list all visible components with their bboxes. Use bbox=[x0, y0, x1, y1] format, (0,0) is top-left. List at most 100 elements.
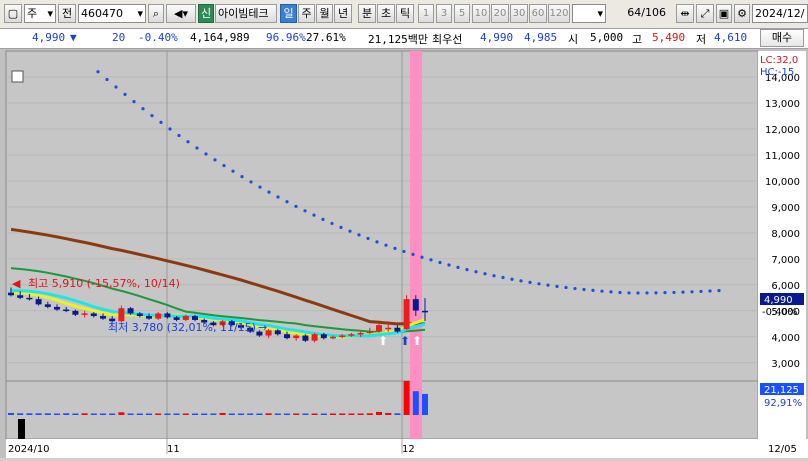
open-label: 시 bbox=[568, 33, 579, 46]
volume-bar bbox=[403, 381, 410, 415]
sound-icon[interactable]: ◀▾ bbox=[166, 4, 196, 23]
resistance-dot bbox=[303, 209, 307, 213]
y-tick-label: 12,000 bbox=[765, 125, 800, 136]
resistance-dot bbox=[285, 200, 289, 204]
count-total: /106 bbox=[641, 6, 666, 19]
period-tab-day[interactable]: 일 bbox=[280, 4, 297, 23]
interval-1[interactable]: 1 bbox=[418, 4, 434, 23]
volume-bar bbox=[146, 413, 152, 415]
candle-body bbox=[366, 331, 373, 334]
resistance-dot bbox=[213, 158, 217, 162]
buy-signal-icon: ⬆ bbox=[378, 334, 388, 348]
period-tab-second[interactable]: 초 bbox=[377, 4, 395, 23]
period-tab-week[interactable]: 주 bbox=[298, 4, 315, 23]
candle-body bbox=[155, 313, 162, 319]
gear-icon[interactable]: ⚙ bbox=[734, 4, 750, 23]
resistance-dot bbox=[339, 225, 343, 229]
volume-bar bbox=[385, 412, 392, 415]
resistance-dot bbox=[411, 252, 415, 256]
market-type-button[interactable]: 전 bbox=[58, 4, 76, 23]
market-select[interactable]: 주 ▾ bbox=[24, 4, 56, 23]
save-icon[interactable]: ▣ bbox=[716, 4, 732, 23]
chevron-down-icon: ▾ bbox=[597, 7, 603, 20]
volume-bar bbox=[8, 412, 14, 415]
period-tab-minute[interactable]: 분 bbox=[358, 4, 376, 23]
candle-body bbox=[8, 292, 14, 296]
interval-30[interactable]: 30 bbox=[510, 4, 528, 23]
high-annotation: 최고 5,910 (-15,57%, 10/14) bbox=[28, 277, 180, 290]
resistance-dot bbox=[474, 270, 478, 274]
resistance-dot bbox=[240, 175, 244, 179]
volume-bar bbox=[238, 413, 244, 415]
price-chart[interactable]: 3,0004,0005,0006,0007,0008,0009,00010,00… bbox=[0, 49, 808, 458]
zoom-out-icon[interactable]: ⇹ bbox=[676, 4, 694, 23]
candle-body bbox=[274, 330, 281, 335]
low-label: 저 bbox=[696, 33, 707, 46]
buy-button[interactable]: 매수 bbox=[760, 29, 804, 47]
volume-bar bbox=[155, 413, 162, 415]
volume-bar bbox=[54, 413, 60, 415]
resistance-dot bbox=[564, 285, 568, 290]
resistance-dot bbox=[699, 289, 703, 294]
volume-bar bbox=[118, 412, 125, 415]
hc-label: HC:-15, bbox=[760, 67, 797, 78]
candle-body bbox=[136, 313, 143, 317]
volume-bar bbox=[35, 413, 42, 415]
panel-settings-icon[interactable] bbox=[11, 70, 24, 83]
volume-label: 21,125 bbox=[764, 385, 799, 396]
volume-bar bbox=[302, 413, 309, 415]
candle-body bbox=[17, 295, 24, 298]
volume-bar bbox=[109, 413, 116, 415]
low-price: 4,610 bbox=[714, 31, 748, 44]
period-tab-month[interactable]: 월 bbox=[316, 4, 333, 23]
candle-body bbox=[81, 313, 88, 315]
period-tab-tick[interactable]: 틱 bbox=[396, 4, 414, 23]
candle-body bbox=[54, 306, 60, 310]
resistance-dot bbox=[681, 290, 685, 294]
interval-5[interactable]: 5 bbox=[454, 4, 470, 23]
candle-body bbox=[293, 335, 300, 339]
chart-area[interactable]: 3,000 4,000 5,000 6,000 7,000 8,000 9,000 10,00… bbox=[0, 49, 808, 458]
volume-panel bbox=[5, 380, 759, 440]
interval-10[interactable]: 10 bbox=[472, 4, 490, 23]
volume-bar bbox=[394, 413, 401, 415]
ask-price: 4,990 bbox=[480, 31, 514, 44]
turnover-rate: 27.61% bbox=[306, 31, 346, 44]
resistance-dot bbox=[609, 290, 613, 294]
resistance-dot bbox=[375, 240, 379, 244]
volume-bar bbox=[412, 391, 419, 415]
resistance-dot bbox=[600, 289, 604, 293]
volume-bar bbox=[81, 413, 88, 415]
company-name[interactable]: 아이빔테크 bbox=[215, 4, 277, 23]
count-display[interactable]: 64/106 bbox=[608, 4, 668, 23]
layout-icon[interactable]: ▢ bbox=[4, 4, 22, 23]
interval-3[interactable]: 3 bbox=[436, 4, 452, 23]
volume-bar bbox=[100, 413, 106, 415]
resistance-dot bbox=[258, 185, 262, 189]
y-tick-label: 7,000 bbox=[771, 255, 800, 266]
resistance-dot bbox=[150, 114, 154, 118]
search-icon[interactable]: ⌕ bbox=[148, 4, 164, 23]
interval-20[interactable]: 20 bbox=[491, 4, 509, 23]
code-input[interactable]: 460470 ▾ bbox=[78, 4, 146, 23]
current-price: 4,990 bbox=[32, 31, 66, 44]
date-input[interactable]: 2024/12/ bbox=[752, 4, 808, 23]
candle-body bbox=[182, 316, 189, 320]
y-tick-label: 4,000 bbox=[771, 333, 800, 344]
volume-bar bbox=[63, 413, 70, 415]
volume-bar bbox=[26, 413, 33, 415]
volume-bar bbox=[17, 413, 24, 415]
resistance-dot bbox=[348, 229, 352, 233]
candle-body bbox=[90, 313, 97, 317]
volume-bar bbox=[284, 413, 290, 415]
interval-120[interactable]: 120 bbox=[548, 4, 570, 23]
interval-60[interactable]: 60 bbox=[529, 4, 547, 23]
low-annotation: 최저 3,780 (32,01%, 11/15) bbox=[108, 321, 256, 334]
volume-bar bbox=[44, 413, 51, 415]
interval-custom-input[interactable]: ▾ bbox=[572, 4, 606, 23]
bid-price: 4,985 bbox=[524, 31, 558, 44]
period-tab-year[interactable]: 년 bbox=[334, 4, 352, 23]
candle-body bbox=[412, 299, 419, 311]
draw-tool-icon[interactable]: ⤢ bbox=[696, 4, 714, 23]
resistance-dot bbox=[276, 195, 280, 199]
